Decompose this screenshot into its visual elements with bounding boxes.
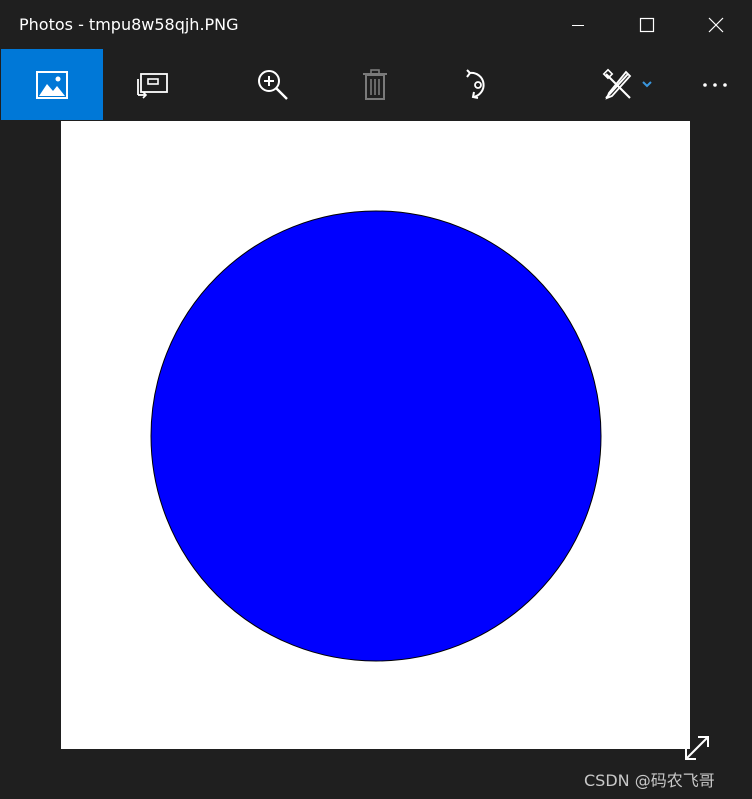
delete-button[interactable] [340,49,410,120]
close-button[interactable] [681,0,750,49]
image-viewer: CSDN @码农飞哥 [0,120,752,799]
delete-icon [363,68,387,100]
photo-icon [36,70,68,99]
zoom-in-button[interactable] [238,49,308,120]
slideshow-icon [137,72,168,99]
maximize-button[interactable] [612,0,681,49]
more-button[interactable] [690,49,740,120]
rotate-icon [466,68,485,99]
close-icon [708,17,723,32]
edit-draw-icon [602,68,652,100]
image-canvas [61,121,690,749]
more-icon [703,82,727,87]
watermark-text: CSDN @码农飞哥 [584,771,715,790]
maximize-icon [639,17,654,32]
window-title: Photos - tmpu8w58qjh.PNG [19,15,239,34]
displayed-image [61,121,690,749]
photo-button[interactable] [1,49,103,120]
fullscreen-icon [685,736,709,760]
fullscreen-button[interactable] [680,731,714,765]
zoom-in-icon [258,69,288,100]
minimize-button[interactable] [543,0,612,49]
title-bar: Photos - tmpu8w58qjh.PNG [0,0,752,49]
rotate-button[interactable] [443,49,513,120]
minimize-icon [571,24,584,26]
toolbar [0,49,752,120]
edit-create-button[interactable] [592,49,664,120]
slideshow-button[interactable] [118,49,188,120]
blue-circle [150,210,602,662]
